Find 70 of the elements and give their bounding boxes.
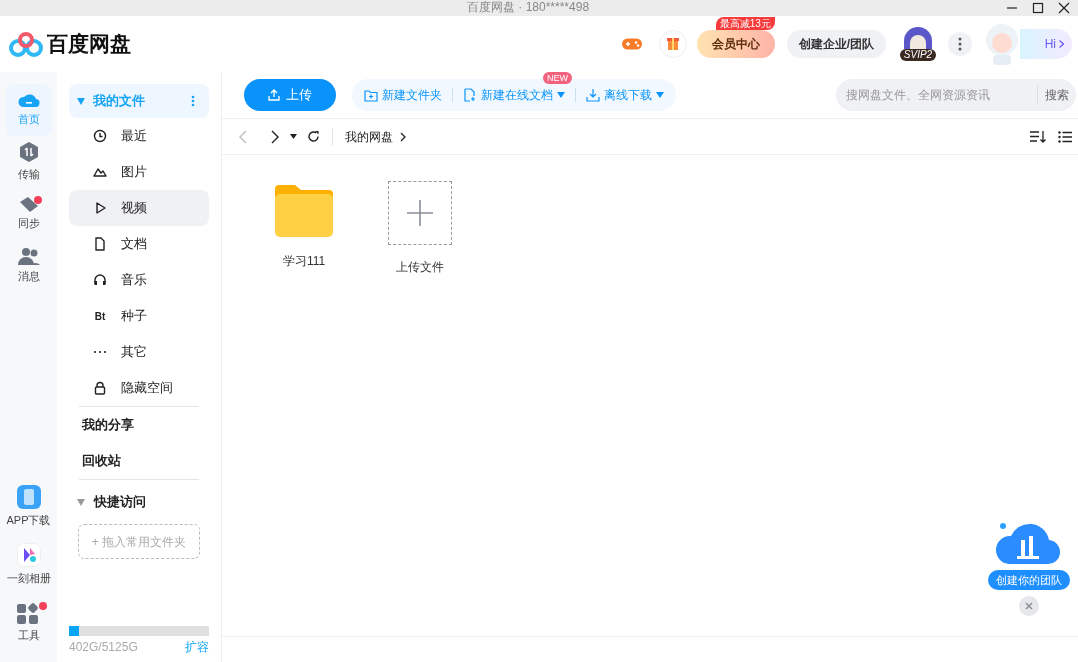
section-item[interactable]: 我的分享 xyxy=(69,407,209,443)
tiles-icon xyxy=(17,602,40,625)
logo-icon xyxy=(9,31,43,57)
hexagon-icon xyxy=(18,141,39,164)
close-icon xyxy=(1025,602,1033,610)
category-item[interactable]: 视频 xyxy=(69,190,209,226)
level-badge: SVIP2 xyxy=(899,49,937,61)
file-name[interactable]: 学习111 xyxy=(282,252,326,270)
maximize-icon[interactable] xyxy=(1032,2,1044,14)
forward-icon[interactable] xyxy=(270,129,280,144)
storage-text: 402G/5125G xyxy=(69,639,138,656)
people-icon xyxy=(17,247,40,266)
sort-icon[interactable] xyxy=(1029,130,1046,143)
more-button[interactable] xyxy=(948,32,972,56)
play-icon xyxy=(93,201,107,215)
category-item[interactable]: 其它 xyxy=(69,334,209,370)
section-item[interactable]: 回收站 xyxy=(69,443,209,479)
quick-access-item[interactable]: 快捷访问 xyxy=(69,480,209,524)
caret-icon xyxy=(77,498,85,506)
upload-icon xyxy=(268,89,280,101)
lock-icon xyxy=(93,381,107,395)
create-team-button[interactable]: 创建企业/团队 xyxy=(786,30,886,58)
document-plus-icon xyxy=(463,88,477,102)
chevron-right-icon xyxy=(400,131,407,142)
gift-icon xyxy=(665,38,680,50)
assistant-button[interactable]: Hi xyxy=(1020,29,1072,59)
phone-icon xyxy=(16,485,41,510)
close-icon[interactable] xyxy=(1058,2,1070,14)
list-view-icon[interactable] xyxy=(1058,130,1072,143)
category-item[interactable]: 最近 xyxy=(69,118,209,154)
rail-item[interactable]: 工具 xyxy=(0,594,57,652)
search-button[interactable]: 搜索 xyxy=(1038,86,1076,104)
category-item[interactable]: Bt 种子 xyxy=(69,298,209,334)
app-logo-text: 百度网盘 xyxy=(47,31,131,58)
bt-icon: Bt xyxy=(94,308,106,324)
category-item[interactable]: 文档 xyxy=(69,226,209,262)
plus-icon xyxy=(406,199,434,227)
dismiss-button[interactable] xyxy=(1019,596,1039,616)
discount-badge: 最高减13元 xyxy=(715,17,775,30)
document-icon xyxy=(93,237,107,251)
file-name[interactable]: 上传文件 xyxy=(396,258,444,276)
clock-icon xyxy=(93,129,107,143)
gamepad-icon[interactable] xyxy=(620,38,643,50)
category-item[interactable]: 隐藏空间 xyxy=(69,370,209,406)
breadcrumb-link[interactable]: 我的网盘 xyxy=(345,127,393,146)
rail-item[interactable]: 同步 xyxy=(5,188,52,240)
cloud-icon xyxy=(16,92,41,109)
search-field[interactable]: 搜网盘文件、全网资源资讯 搜索 xyxy=(836,79,1076,111)
avatar-icon[interactable] xyxy=(904,27,932,49)
chevron-right-icon xyxy=(1059,40,1064,48)
more-icon xyxy=(191,95,195,107)
refresh-icon[interactable] xyxy=(307,130,320,143)
album-icon xyxy=(16,543,41,568)
category-item[interactable]: 音乐 xyxy=(69,262,209,298)
new-badge: NEW xyxy=(543,72,572,84)
category-item[interactable]: 图片 xyxy=(69,154,209,190)
vip-center-button[interactable]: 会员中心 xyxy=(696,30,775,58)
upload-file-tile[interactable] xyxy=(388,181,452,245)
more-icon xyxy=(958,37,962,51)
rail-item[interactable]: 消息 xyxy=(5,240,52,292)
window-title: 百度网盘 · 180*****498 xyxy=(467,0,590,14)
dropdown-caret-icon[interactable] xyxy=(290,134,297,139)
rail-item[interactable]: 一刻相册 xyxy=(0,536,57,594)
caret-icon xyxy=(77,97,85,105)
headphones-icon xyxy=(93,273,107,287)
tag-icon xyxy=(18,196,39,213)
rail-item[interactable]: 传输 xyxy=(5,136,52,188)
download-icon xyxy=(586,88,600,102)
rail-item[interactable]: APP下载 xyxy=(0,478,57,536)
folder-plus-icon xyxy=(364,88,378,102)
